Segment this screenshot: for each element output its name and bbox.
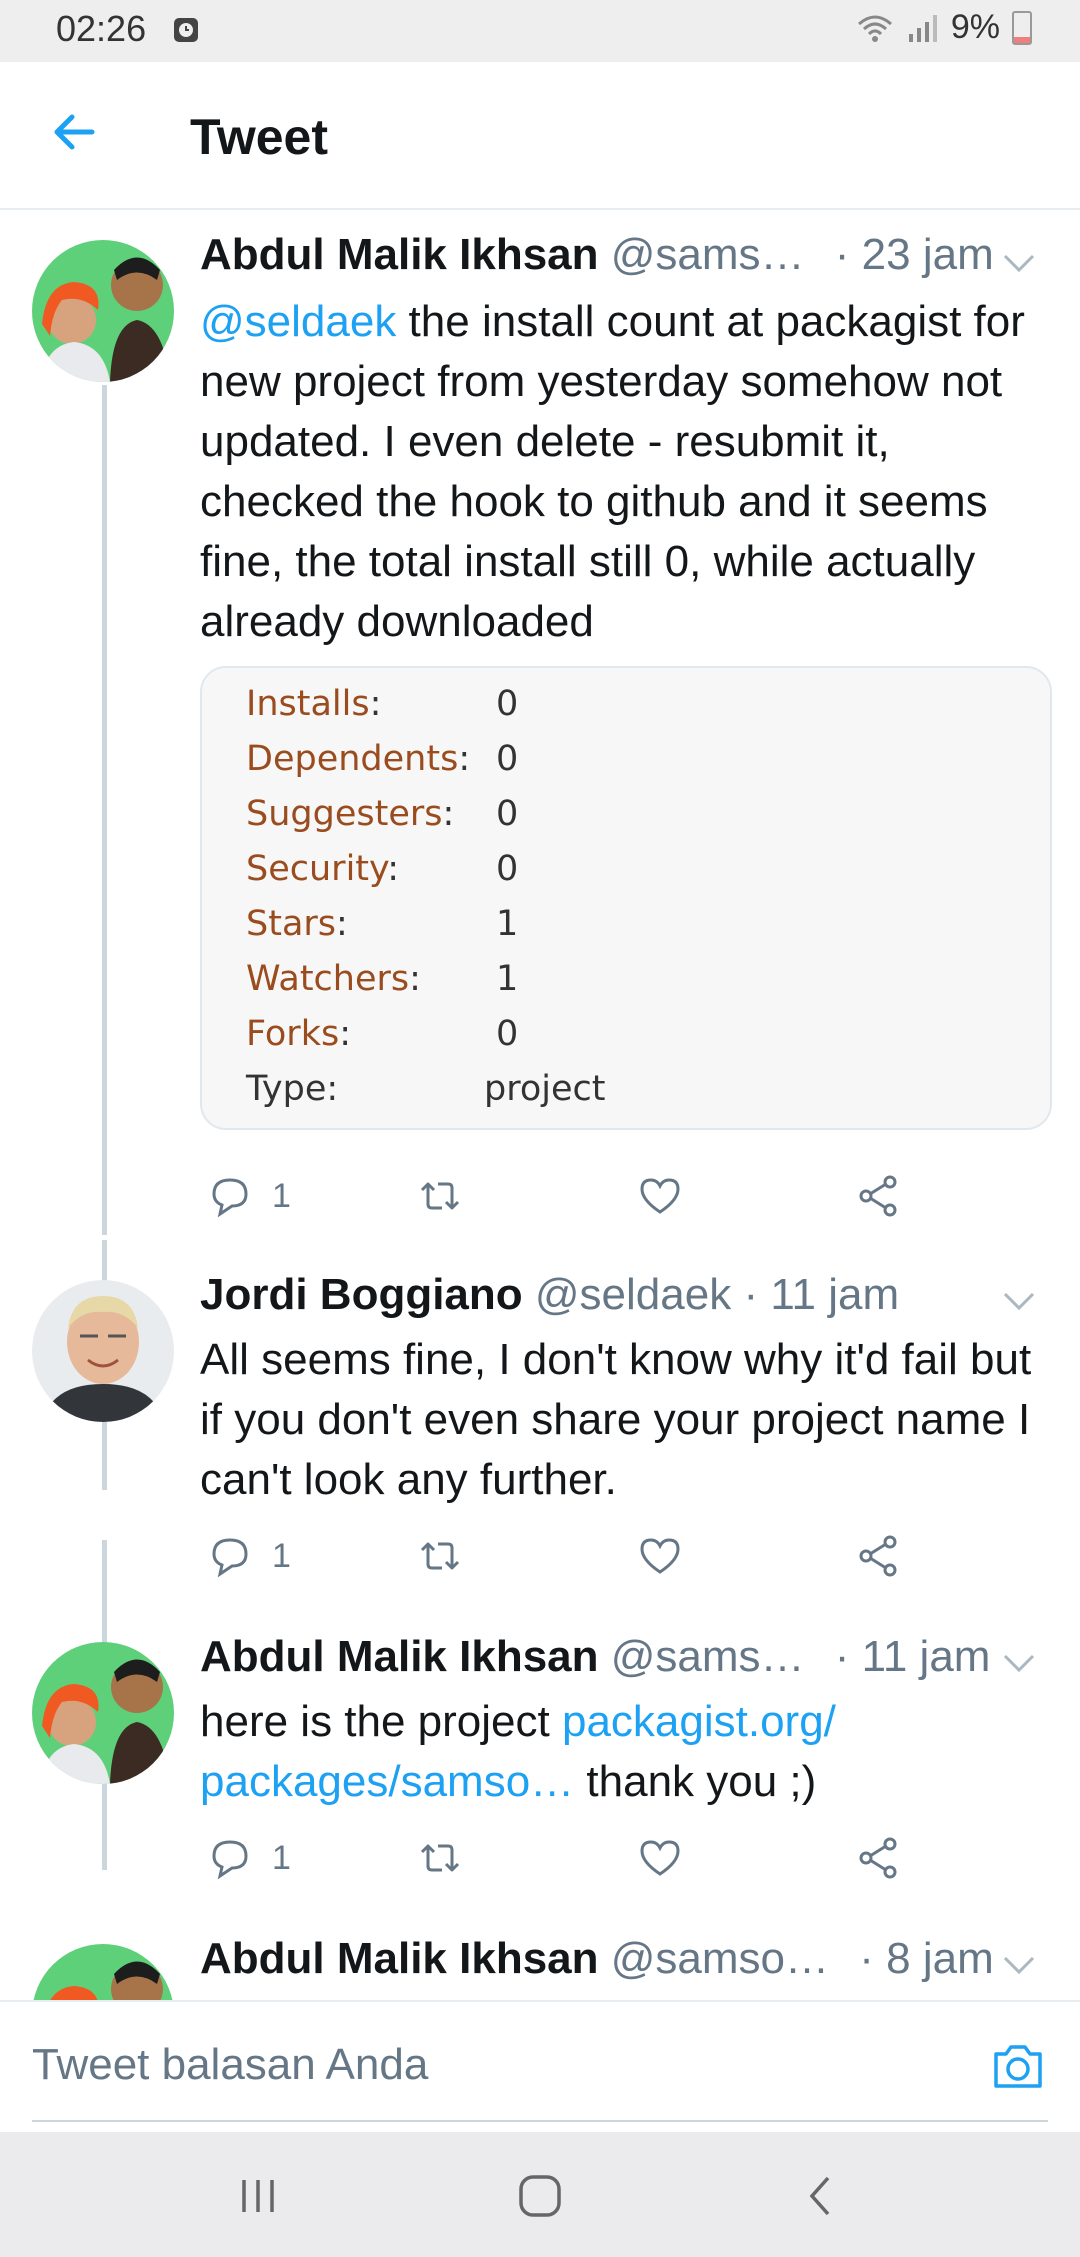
share-button[interactable] bbox=[854, 1532, 902, 1580]
stat-row: Watchers: 1 bbox=[246, 958, 519, 999]
retweet-icon bbox=[420, 1542, 460, 1570]
thread-connector bbox=[102, 385, 107, 1235]
share-button[interactable] bbox=[854, 1834, 902, 1882]
app-header: Tweet bbox=[0, 62, 1080, 210]
share-icon bbox=[859, 1175, 897, 1217]
heart-icon bbox=[640, 1840, 680, 1876]
reply-icon bbox=[212, 1840, 248, 1880]
reply-bar: Tweet balasan Anda bbox=[0, 2000, 1080, 2134]
tweet-time: · 23 jam bbox=[834, 230, 994, 279]
tweet-header: Abdul Malik Ikhsan @sams… · 23 jam bbox=[200, 230, 994, 280]
reply-button[interactable]: 1 bbox=[206, 1834, 291, 1882]
tweet-text: All seems fine, I don't know why it'd fa… bbox=[200, 1335, 1032, 1504]
chevron-down-icon[interactable] bbox=[1002, 1290, 1036, 1312]
battery-icon bbox=[1012, 10, 1032, 45]
stat-row: Suggesters: 0 bbox=[246, 793, 519, 834]
heart-icon bbox=[640, 1178, 680, 1214]
author-handle[interactable]: @seldaek bbox=[535, 1270, 731, 1319]
avatar[interactable] bbox=[32, 1280, 174, 1422]
author-name[interactable]: Abdul Malik Ikhsan bbox=[200, 230, 599, 279]
stat-row: Dependents: 0 bbox=[246, 738, 519, 779]
share-icon bbox=[859, 1535, 897, 1577]
mention-link[interactable]: @seldaek bbox=[200, 297, 396, 346]
stat-row: Type: project bbox=[246, 1068, 606, 1109]
tweet-time: · 11 jam bbox=[743, 1270, 900, 1319]
chevron-down-icon[interactable] bbox=[1002, 252, 1036, 274]
reply-input[interactable]: Tweet balasan Anda bbox=[32, 2040, 428, 2090]
back-icon[interactable] bbox=[796, 2170, 848, 2222]
retweet-icon bbox=[420, 1182, 460, 1210]
recent-apps-icon[interactable] bbox=[232, 2170, 284, 2222]
stat-row: Security: 0 bbox=[246, 848, 519, 889]
clock-icon bbox=[174, 18, 198, 42]
reply-count: 1 bbox=[272, 1536, 291, 1575]
stat-row: Forks: 0 bbox=[246, 1013, 519, 1054]
tweet-actions: 1 bbox=[200, 1532, 960, 1592]
signal-icon bbox=[908, 14, 937, 42]
author-name[interactable]: Abdul Malik Ikhsan bbox=[200, 1632, 599, 1681]
reply-icon bbox=[212, 1538, 248, 1578]
author-handle[interactable]: @samso… bbox=[611, 1934, 829, 1983]
avatar[interactable] bbox=[32, 1944, 174, 2000]
avatar[interactable] bbox=[32, 240, 174, 382]
share-icon bbox=[859, 1837, 897, 1879]
tweet-text: @seldaek the install count at packagist … bbox=[200, 297, 1025, 646]
share-button[interactable] bbox=[854, 1172, 902, 1220]
tweet-header: Jordi Boggiano @seldaek · 11 jam bbox=[200, 1270, 899, 1320]
reply-count: 1 bbox=[272, 1838, 291, 1877]
author-handle[interactable]: @sams… bbox=[611, 230, 805, 279]
reply-icon bbox=[212, 1178, 248, 1218]
retweet-button[interactable] bbox=[416, 1532, 464, 1580]
author-name[interactable]: Abdul Malik Ikhsan bbox=[200, 1934, 599, 1983]
back-arrow-icon[interactable] bbox=[48, 106, 100, 158]
reply-button[interactable]: 1 bbox=[206, 1532, 291, 1580]
status-bar: 02:26 9% bbox=[0, 0, 1080, 62]
home-icon[interactable] bbox=[514, 2170, 566, 2222]
author-name[interactable]: Jordi Boggiano bbox=[200, 1270, 523, 1319]
reply-button[interactable]: 1 bbox=[206, 1172, 291, 1220]
wifi-icon bbox=[857, 15, 892, 42]
chevron-down-icon[interactable] bbox=[1002, 1954, 1036, 1976]
tweet-time: · 11 jam bbox=[834, 1632, 991, 1681]
tweet-time: · 8 jam bbox=[859, 1934, 994, 1983]
like-button[interactable] bbox=[636, 1172, 684, 1220]
like-button[interactable] bbox=[636, 1532, 684, 1580]
stat-row: Stars: 1 bbox=[246, 903, 519, 944]
camera-icon[interactable] bbox=[990, 2038, 1046, 2094]
heart-icon bbox=[640, 1538, 680, 1574]
page-title: Tweet bbox=[190, 109, 328, 165]
tweet-actions: 1 bbox=[200, 1834, 960, 1894]
like-button[interactable] bbox=[636, 1834, 684, 1882]
avatar[interactable] bbox=[32, 1642, 174, 1784]
stat-row: Installs: 0 bbox=[246, 683, 519, 724]
tweet-media[interactable]: Installs: 0 Dependents: 0 Suggesters: 0 Sec… bbox=[200, 666, 1052, 1130]
battery-percent: 9% bbox=[950, 8, 1000, 46]
reply-count: 1 bbox=[272, 1176, 291, 1215]
tweet-header: Abdul Malik Ikhsan @samso… · 8 jam bbox=[200, 1934, 994, 1984]
divider bbox=[32, 2120, 1048, 2122]
package-stats: Installs: 0 Dependents: 0 Suggesters: 0 Sec… bbox=[246, 676, 605, 1116]
chevron-down-icon[interactable] bbox=[1002, 1652, 1036, 1674]
tweet-thread: Abdul Malik Ikhsan @sams… · 23 jam @seld… bbox=[0, 210, 1080, 2000]
tweet-text: here is the project packagist.org/ packa… bbox=[200, 1697, 836, 1806]
tweet-header: Abdul Malik Ikhsan @sams… · 11 jam bbox=[200, 1632, 990, 1682]
status-time: 02:26 bbox=[56, 8, 147, 49]
retweet-icon bbox=[420, 1844, 460, 1872]
android-nav-bar bbox=[0, 2132, 1080, 2257]
retweet-button[interactable] bbox=[416, 1172, 464, 1220]
retweet-button[interactable] bbox=[416, 1834, 464, 1882]
author-handle[interactable]: @sams… bbox=[611, 1632, 805, 1681]
tweet-actions: 1 bbox=[200, 1172, 960, 1232]
